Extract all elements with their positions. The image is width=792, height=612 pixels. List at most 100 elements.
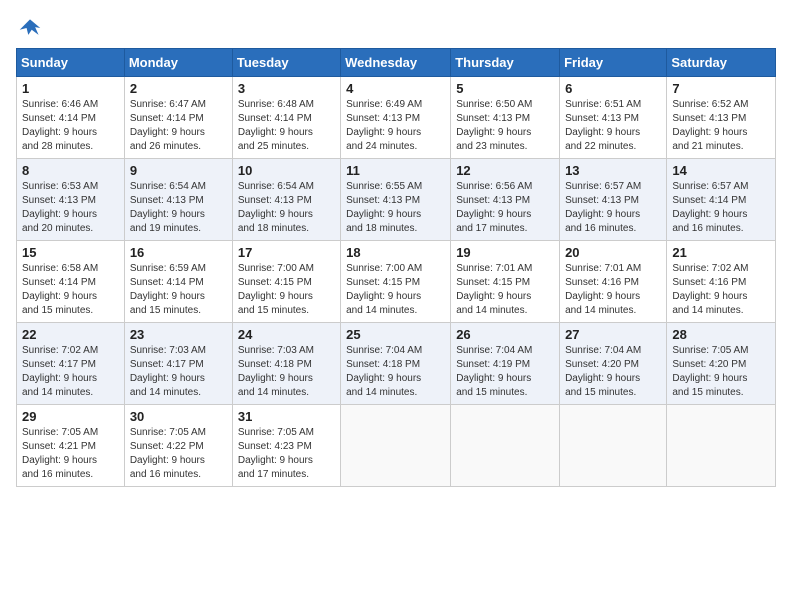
- calendar-cell: 3 Sunrise: 6:48 AM Sunset: 4:14 PM Daylig…: [232, 77, 340, 159]
- day-number: 7: [672, 81, 770, 96]
- day-info: Sunrise: 6:50 AM Sunset: 4:13 PM Dayligh…: [456, 98, 554, 154]
- day-info: Sunrise: 7:04 AM Sunset: 4:18 PM Dayligh…: [346, 344, 445, 400]
- day-number: 13: [565, 163, 661, 178]
- day-number: 30: [130, 409, 227, 424]
- calendar-cell: 4 Sunrise: 6:49 AM Sunset: 4:13 PM Daylig…: [341, 77, 451, 159]
- day-number: 11: [346, 163, 445, 178]
- calendar-cell: [451, 405, 560, 487]
- weekday-header: Sunday: [17, 49, 125, 77]
- day-number: 18: [346, 245, 445, 260]
- day-info: Sunrise: 6:59 AM Sunset: 4:14 PM Dayligh…: [130, 262, 227, 318]
- calendar-cell: 20 Sunrise: 7:01 AM Sunset: 4:16 PM Dayli…: [560, 241, 667, 323]
- calendar-week-row: 15 Sunrise: 6:58 AM Sunset: 4:14 PM Dayli…: [17, 241, 776, 323]
- day-number: 1: [22, 81, 119, 96]
- calendar-cell: 1 Sunrise: 6:46 AM Sunset: 4:14 PM Daylig…: [17, 77, 125, 159]
- calendar-header-row: SundayMondayTuesdayWednesdayThursdayFrid…: [17, 49, 776, 77]
- calendar-cell: 23 Sunrise: 7:03 AM Sunset: 4:17 PM Dayli…: [124, 323, 232, 405]
- page-header: [16, 16, 776, 40]
- calendar-cell: 8Sunrise: 6:53 AM Sunset: 4:13 PM Daylig…: [17, 159, 125, 241]
- calendar-week-row: 29 Sunrise: 7:05 AM Sunset: 4:21 PM Dayli…: [17, 405, 776, 487]
- day-number: 15: [22, 245, 119, 260]
- calendar-cell: 19Sunrise: 7:01 AM Sunset: 4:15 PM Dayli…: [451, 241, 560, 323]
- day-info: Sunrise: 7:04 AM Sunset: 4:20 PM Dayligh…: [565, 344, 661, 400]
- day-info: Sunrise: 6:55 AM Sunset: 4:13 PM Dayligh…: [346, 180, 445, 236]
- calendar-cell: 29 Sunrise: 7:05 AM Sunset: 4:21 PM Dayli…: [17, 405, 125, 487]
- day-number: 10: [238, 163, 335, 178]
- calendar-cell: 27 Sunrise: 7:04 AM Sunset: 4:20 PM Dayli…: [560, 323, 667, 405]
- day-number: 21: [672, 245, 770, 260]
- day-info: Sunrise: 6:54 AM Sunset: 4:13 PM Dayligh…: [130, 180, 227, 236]
- calendar-cell: 15 Sunrise: 6:58 AM Sunset: 4:14 PM Dayli…: [17, 241, 125, 323]
- day-info: Sunrise: 7:01 AM Sunset: 4:16 PM Dayligh…: [565, 262, 661, 318]
- day-number: 26: [456, 327, 554, 342]
- weekday-header: Thursday: [451, 49, 560, 77]
- day-info: Sunrise: 7:03 AM Sunset: 4:18 PM Dayligh…: [238, 344, 335, 400]
- weekday-header: Saturday: [667, 49, 776, 77]
- day-info: Sunrise: 6:57 AM Sunset: 4:13 PM Dayligh…: [565, 180, 661, 236]
- calendar-cell: 31 Sunrise: 7:05 AM Sunset: 4:23 PM Dayli…: [232, 405, 340, 487]
- calendar-cell: 28 Sunrise: 7:05 AM Sunset: 4:20 PM Dayli…: [667, 323, 776, 405]
- day-number: 16: [130, 245, 227, 260]
- day-info: Sunrise: 6:56 AM Sunset: 4:13 PM Dayligh…: [456, 180, 554, 236]
- day-number: 2: [130, 81, 227, 96]
- weekday-header: Wednesday: [341, 49, 451, 77]
- calendar-cell: 12 Sunrise: 6:56 AM Sunset: 4:13 PM Dayli…: [451, 159, 560, 241]
- day-info: Sunrise: 6:52 AM Sunset: 4:13 PM Dayligh…: [672, 98, 770, 154]
- logo-bird-icon: [16, 16, 44, 40]
- calendar-cell: 7 Sunrise: 6:52 AM Sunset: 4:13 PM Daylig…: [667, 77, 776, 159]
- day-info: Sunrise: 7:03 AM Sunset: 4:17 PM Dayligh…: [130, 344, 227, 400]
- day-number: 29: [22, 409, 119, 424]
- day-number: 22: [22, 327, 119, 342]
- day-info: Sunrise: 6:57 AM Sunset: 4:14 PM Dayligh…: [672, 180, 770, 236]
- day-info: Sunrise: 6:51 AM Sunset: 4:13 PM Dayligh…: [565, 98, 661, 154]
- calendar-cell: 17 Sunrise: 7:00 AM Sunset: 4:15 PM Dayli…: [232, 241, 340, 323]
- day-info: Sunrise: 6:48 AM Sunset: 4:14 PM Dayligh…: [238, 98, 335, 154]
- logo: [16, 16, 48, 40]
- day-info: Sunrise: 6:49 AM Sunset: 4:13 PM Dayligh…: [346, 98, 445, 154]
- calendar-cell: 14 Sunrise: 6:57 AM Sunset: 4:14 PM Dayli…: [667, 159, 776, 241]
- day-number: 14: [672, 163, 770, 178]
- day-number: 17: [238, 245, 335, 260]
- day-number: 27: [565, 327, 661, 342]
- calendar-cell: [667, 405, 776, 487]
- weekday-header: Monday: [124, 49, 232, 77]
- day-number: 5: [456, 81, 554, 96]
- day-number: 23: [130, 327, 227, 342]
- calendar-cell: 30 Sunrise: 7:05 AM Sunset: 4:22 PM Dayli…: [124, 405, 232, 487]
- calendar-cell: 13 Sunrise: 6:57 AM Sunset: 4:13 PM Dayli…: [560, 159, 667, 241]
- day-info: Sunrise: 7:05 AM Sunset: 4:22 PM Dayligh…: [130, 426, 227, 482]
- calendar-cell: 2 Sunrise: 6:47 AM Sunset: 4:14 PM Daylig…: [124, 77, 232, 159]
- calendar-cell: 21Sunrise: 7:02 AM Sunset: 4:16 PM Dayli…: [667, 241, 776, 323]
- weekday-header: Friday: [560, 49, 667, 77]
- calendar-cell: 25Sunrise: 7:04 AM Sunset: 4:18 PM Dayli…: [341, 323, 451, 405]
- calendar-cell: 16 Sunrise: 6:59 AM Sunset: 4:14 PM Dayli…: [124, 241, 232, 323]
- calendar-cell: 10Sunrise: 6:54 AM Sunset: 4:13 PM Dayli…: [232, 159, 340, 241]
- day-info: Sunrise: 7:05 AM Sunset: 4:20 PM Dayligh…: [672, 344, 770, 400]
- day-number: 24: [238, 327, 335, 342]
- calendar-cell: 11 Sunrise: 6:55 AM Sunset: 4:13 PM Dayli…: [341, 159, 451, 241]
- day-number: 8: [22, 163, 119, 178]
- calendar-week-row: 1 Sunrise: 6:46 AM Sunset: 4:14 PM Daylig…: [17, 77, 776, 159]
- day-info: Sunrise: 6:47 AM Sunset: 4:14 PM Dayligh…: [130, 98, 227, 154]
- day-info: Sunrise: 7:04 AM Sunset: 4:19 PM Dayligh…: [456, 344, 554, 400]
- day-number: 6: [565, 81, 661, 96]
- calendar-cell: 5 Sunrise: 6:50 AM Sunset: 4:13 PM Daylig…: [451, 77, 560, 159]
- calendar-cell: [560, 405, 667, 487]
- day-number: 3: [238, 81, 335, 96]
- day-number: 12: [456, 163, 554, 178]
- calendar-cell: 18Sunrise: 7:00 AM Sunset: 4:15 PM Dayli…: [341, 241, 451, 323]
- calendar-cell: 22Sunrise: 7:02 AM Sunset: 4:17 PM Dayli…: [17, 323, 125, 405]
- day-number: 31: [238, 409, 335, 424]
- day-number: 20: [565, 245, 661, 260]
- calendar-cell: 24 Sunrise: 7:03 AM Sunset: 4:18 PM Dayli…: [232, 323, 340, 405]
- day-info: Sunrise: 6:58 AM Sunset: 4:14 PM Dayligh…: [22, 262, 119, 318]
- day-info: Sunrise: 7:01 AM Sunset: 4:15 PM Dayligh…: [456, 262, 554, 318]
- day-info: Sunrise: 7:05 AM Sunset: 4:23 PM Dayligh…: [238, 426, 335, 482]
- calendar-week-row: 8Sunrise: 6:53 AM Sunset: 4:13 PM Daylig…: [17, 159, 776, 241]
- day-number: 28: [672, 327, 770, 342]
- day-info: Sunrise: 7:00 AM Sunset: 4:15 PM Dayligh…: [238, 262, 335, 318]
- day-info: Sunrise: 6:46 AM Sunset: 4:14 PM Dayligh…: [22, 98, 119, 154]
- day-info: Sunrise: 7:05 AM Sunset: 4:21 PM Dayligh…: [22, 426, 119, 482]
- calendar-cell: 26 Sunrise: 7:04 AM Sunset: 4:19 PM Dayli…: [451, 323, 560, 405]
- day-number: 4: [346, 81, 445, 96]
